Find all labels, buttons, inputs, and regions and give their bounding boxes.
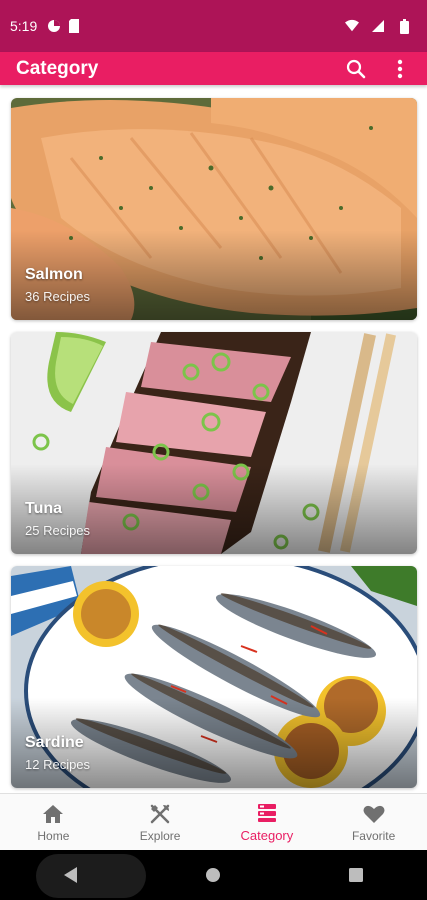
search-icon[interactable] — [345, 58, 367, 80]
category-name: Sardine — [25, 734, 84, 751]
more-vert-icon[interactable] — [389, 58, 411, 80]
nav-label: Category — [240, 828, 294, 843]
signal-icon — [371, 19, 385, 33]
category-card-salmon[interactable]: Salmon 36 Recipes — [11, 98, 417, 320]
nav-item-explore[interactable]: Explore — [107, 794, 214, 850]
category-list[interactable]: Salmon 36 Recipes Tuna 25 Recipes Sardin… — [0, 85, 427, 793]
status-time: 5:19 — [10, 18, 38, 34]
recipe-count: 25 Recipes — [25, 523, 91, 538]
category-name: Salmon — [25, 266, 83, 283]
recipe-count: 12 Recipes — [25, 757, 91, 772]
nav-label: Explore — [139, 828, 181, 843]
recents-icon[interactable] — [341, 860, 371, 890]
status-bar: 5:19 — [0, 0, 427, 52]
heart-icon — [362, 802, 386, 826]
home-circle-icon[interactable] — [198, 860, 228, 890]
nav-pill-highlight — [36, 854, 146, 898]
category-card-tuna[interactable]: Tuna 25 Recipes — [11, 332, 417, 554]
system-navigation-bar — [0, 850, 427, 900]
home-icon — [41, 802, 65, 826]
battery-icon — [397, 18, 411, 34]
nav-label: Favorite — [351, 828, 396, 843]
category-name: Tuna — [25, 500, 63, 517]
recipe-count: 36 Recipes — [25, 289, 91, 304]
bottom-navigation: Home Explore Category Favorite — [0, 793, 427, 850]
nav-item-category[interactable]: Category — [214, 794, 321, 850]
page-title: Category — [16, 57, 99, 79]
status-right — [345, 18, 417, 34]
data-saver-icon — [47, 19, 61, 33]
sim-card-icon — [67, 19, 81, 33]
nav-item-home[interactable]: Home — [0, 794, 107, 850]
nav-item-favorite[interactable]: Favorite — [320, 794, 427, 850]
app-bar-actions — [345, 58, 411, 80]
category-icon — [255, 801, 279, 825]
wifi-icon — [345, 19, 359, 33]
app-bar: Category — [0, 52, 427, 85]
category-card-sardine[interactable]: Sardine 12 Recipes — [11, 566, 417, 788]
card-gradient — [11, 464, 417, 554]
back-icon[interactable] — [56, 860, 86, 890]
nav-label: Home — [37, 828, 70, 843]
fork-knife-icon — [148, 802, 172, 826]
